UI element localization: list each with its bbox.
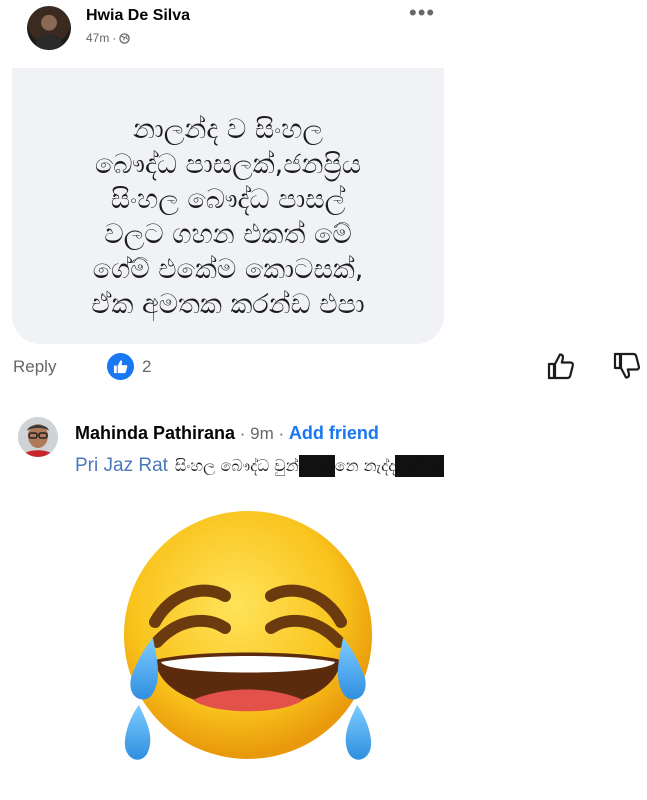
like-reaction-badge[interactable] [107, 353, 134, 380]
post-author-name[interactable]: Hwia De Silva [86, 7, 190, 25]
globe-icon [119, 32, 131, 44]
mention-link[interactable]: Pri Jaz Rat [75, 455, 168, 477]
commenter-name[interactable]: Mahinda Pathirana [75, 423, 235, 443]
comment-text: නෙ නැද්ද [334, 456, 396, 475]
avatar[interactable] [18, 417, 58, 457]
comment-header: Mahinda Pathirana · 9m · Add friend [75, 423, 379, 444]
more-options-icon[interactable]: ••• [409, 2, 435, 24]
like-icon [113, 360, 128, 374]
post-time[interactable]: 47m [86, 31, 109, 45]
like-count[interactable]: 2 [142, 357, 151, 377]
post-card: Hwia De Silva 47m · ••• නාලන්ද ව සිංහල බ… [12, 0, 444, 344]
meta-separator: · [112, 31, 117, 45]
comment-text: සිංහල බෞද්ධ වුන් [174, 456, 299, 475]
add-friend-link[interactable]: Add friend [289, 423, 379, 443]
censored-word: උන්නෙ [395, 455, 445, 477]
post-text-line: ගේම් එකේම කොටසක්, [92, 254, 364, 285]
post-text-line: සිංහල බෞද්ධ පාසල් [110, 184, 346, 215]
thumb-up-icon[interactable] [546, 351, 576, 381]
thumb-down-icon[interactable] [612, 351, 642, 381]
reply-button[interactable]: Reply [13, 357, 56, 377]
comment-body: Pri Jaz Rat සිංහල බෞද්ධ වුන් උපන් නෙ නැද… [75, 455, 445, 477]
avatar-image [18, 417, 58, 457]
censored-word: උපන් [298, 455, 335, 477]
post-text-line: වලට ගහන එකත් මේ [104, 219, 352, 250]
avatar[interactable] [27, 6, 71, 50]
comment-time[interactable]: 9m [250, 424, 274, 443]
comment-meta-separator: · [273, 424, 289, 443]
laughing-tears-emoji-icon [124, 511, 372, 760]
post-header: Hwia De Silva 47m · ••• [12, 0, 444, 68]
post-meta: 47m · [86, 31, 131, 45]
comment-meta-separator: · [235, 424, 251, 443]
post-text-line: බෞද්ධ පාසලක්,ජනප්‍රිය [94, 149, 362, 180]
post-text-line: ඒක අමතක කරන්ඩ එපා [91, 289, 365, 320]
post-text-line: නාලන්ද ව සිංහල [132, 114, 324, 145]
post-text: නාලන්ද ව සිංහල බෞද්ධ පාසලක්,ජනප්‍රිය සිං… [42, 112, 414, 322]
